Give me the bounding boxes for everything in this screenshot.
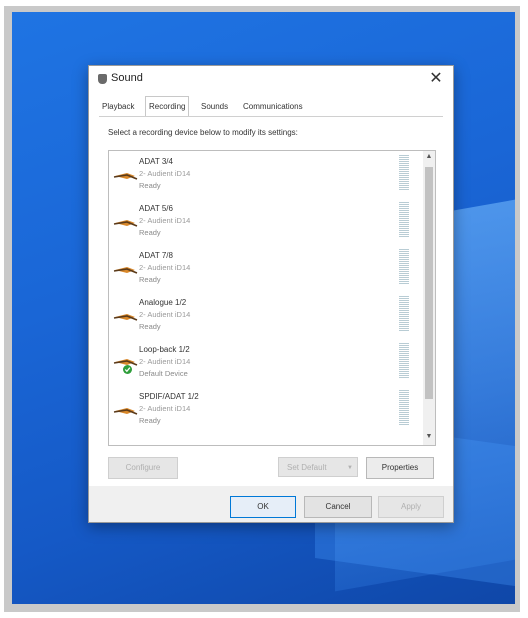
properties-button[interactable]: Properties — [366, 457, 434, 479]
tab-recording[interactable]: Recording — [145, 96, 190, 117]
device-status: Default Device — [139, 369, 188, 378]
scroll-thumb[interactable] — [425, 167, 433, 399]
cancel-button[interactable]: Cancel — [304, 496, 372, 518]
device-name: ADAT 3/4 — [139, 157, 173, 166]
microphone-jack-icon — [113, 173, 138, 180]
device-name: SPDIF/ADAT 1/2 — [139, 392, 199, 401]
list-item[interactable]: SPDIF/ADAT 1/2 2- Audient iD14 Ready — [109, 390, 419, 436]
level-meter — [399, 390, 409, 426]
set-default-label: Set Default — [287, 463, 327, 472]
list-item[interactable]: ADAT 5/6 2- Audient iD14 Ready — [109, 202, 419, 248]
device-name: ADAT 5/6 — [139, 204, 173, 213]
device-driver: 2- Audient iD14 — [139, 169, 191, 178]
level-meter — [399, 296, 409, 332]
scroll-up-arrow-icon[interactable]: ▲ — [423, 153, 435, 163]
list-item[interactable]: Loop-back 1/2 2- Audient iD14 Default De… — [109, 343, 419, 389]
device-status: Ready — [139, 416, 161, 425]
microphone-jack-icon — [113, 408, 138, 415]
device-name: ADAT 7/8 — [139, 251, 173, 260]
speaker-icon — [98, 74, 107, 84]
ok-button[interactable]: OK — [230, 496, 296, 518]
tab-panel-divider — [99, 116, 443, 117]
device-driver: 2- Audient iD14 — [139, 216, 191, 225]
apply-button[interactable]: Apply — [378, 496, 444, 518]
title-bar[interactable]: Sound ✕ — [89, 66, 453, 92]
set-default-button[interactable]: Set Default ▼ — [278, 457, 358, 477]
list-scrollbar[interactable]: ▲ ▼ — [423, 151, 435, 445]
microphone-jack-icon — [113, 267, 138, 274]
device-status: Ready — [139, 275, 161, 284]
microphone-jack-icon — [113, 314, 138, 321]
instruction-text: Select a recording device below to modif… — [108, 128, 298, 137]
list-item[interactable]: ADAT 7/8 2- Audient iD14 Ready — [109, 249, 419, 295]
configure-button[interactable]: Configure — [108, 457, 178, 479]
device-status: Ready — [139, 181, 161, 190]
close-button[interactable]: ✕ — [425, 69, 447, 89]
device-name: Loop-back 1/2 — [139, 345, 190, 354]
level-meter — [399, 202, 409, 238]
device-driver: 2- Audient iD14 — [139, 404, 191, 413]
tab-sounds[interactable]: Sounds — [198, 98, 231, 115]
device-name: Analogue 1/2 — [139, 298, 187, 307]
list-item[interactable]: Analogue 1/2 2- Audient iD14 Ready — [109, 296, 419, 342]
device-driver: 2- Audient iD14 — [139, 263, 191, 272]
sound-dialog: Sound ✕ Playback Recording Sounds Commun… — [88, 65, 454, 523]
device-driver: 2- Audient iD14 — [139, 357, 191, 366]
level-meter — [399, 155, 409, 191]
window-title: Sound — [111, 72, 143, 84]
tab-playback[interactable]: Playback — [99, 98, 137, 115]
device-status: Ready — [139, 228, 161, 237]
level-meter — [399, 343, 409, 379]
device-driver: 2- Audient iD14 — [139, 310, 191, 319]
scroll-down-arrow-icon[interactable]: ▼ — [423, 433, 435, 443]
dialog-button-bar: OK Cancel Apply — [89, 486, 453, 522]
chevron-down-icon[interactable]: ▼ — [347, 458, 353, 478]
device-status: Ready — [139, 322, 161, 331]
list-item[interactable]: ADAT 3/4 2- Audient iD14 Ready — [109, 155, 419, 201]
microphone-jack-icon — [113, 220, 138, 227]
tab-communications[interactable]: Communications — [240, 98, 306, 115]
recording-device-list[interactable]: ADAT 3/4 2- Audient iD14 Ready ADAT 5/6 … — [108, 150, 436, 446]
green-check-icon — [123, 365, 132, 374]
level-meter — [399, 249, 409, 285]
